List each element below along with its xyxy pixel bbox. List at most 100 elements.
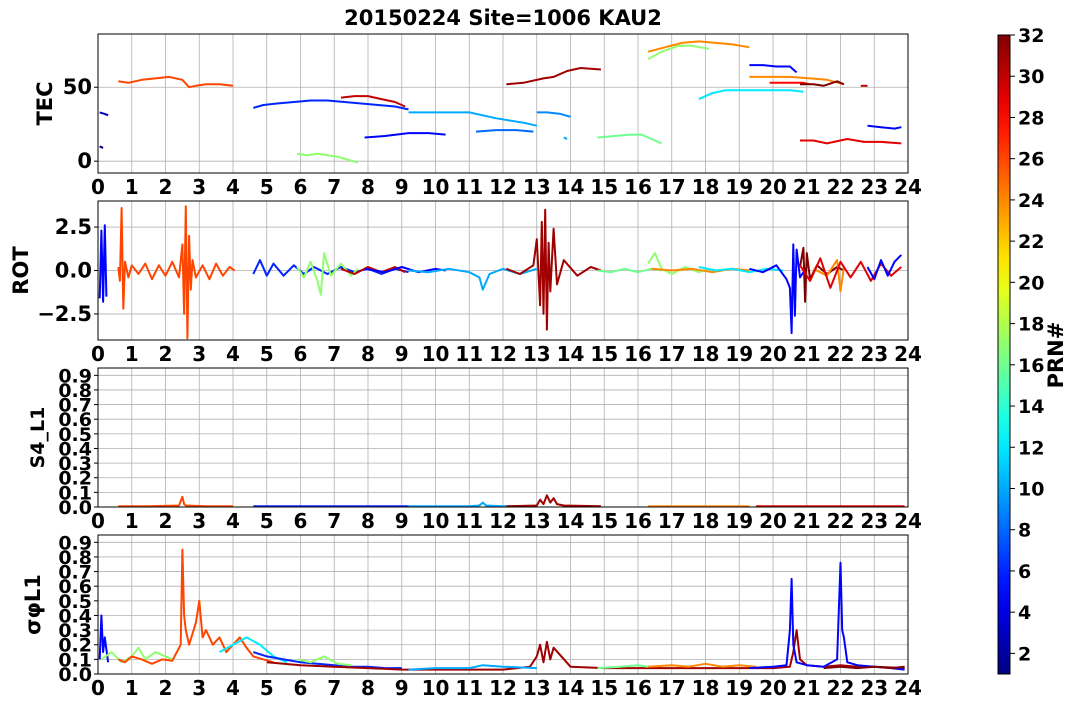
series-prn-5 (867, 124, 902, 130)
x-tick-label: 9 (395, 509, 409, 533)
x-tick-label: 22 (827, 175, 855, 199)
series-group (98, 548, 905, 671)
colorbar-tick-label: 10 (1018, 478, 1044, 500)
x-tick-label: 3 (192, 342, 206, 366)
x-tick-label: 5 (260, 509, 274, 533)
series-prn-5 (749, 243, 808, 335)
x-tick-label: 17 (658, 509, 686, 533)
series-prn-17 (647, 44, 710, 60)
x-tick-label: 0 (91, 676, 105, 700)
x-tick-label: 13 (523, 175, 551, 199)
x-tick-label: 15 (590, 175, 618, 199)
series-prn-31 (266, 629, 905, 671)
x-tick-label: 1 (125, 509, 139, 533)
x-tick-label: 11 (455, 175, 483, 199)
panel-1: 0 1 2 3 4 5 6 7 8 9 10 11 12 13 14 15 16 17 18 19 20 21 22 23 24… (33, 33, 922, 199)
x-tick-label: 20 (759, 342, 787, 366)
y-tick-label: 0 (77, 149, 92, 173)
x-tick-label: 7 (327, 676, 341, 700)
x-tick-label: 18 (692, 509, 720, 533)
x-tick-label: 1 (125, 175, 139, 199)
x-tick-label: 24 (894, 676, 922, 700)
series-prn-31 (506, 208, 602, 331)
series-prn-24 (648, 662, 757, 668)
series-prn-5 (866, 254, 903, 281)
x-tick-label: 21 (793, 676, 821, 700)
colorbar-tick-label: 6 (1018, 561, 1031, 583)
colorbar-tick-label: 32 (1018, 25, 1044, 47)
colorbar-tick-label: 26 (1018, 149, 1044, 171)
x-tick-label: 18 (692, 342, 720, 366)
series-prn-10 (408, 267, 538, 291)
x-tick-label: 12 (489, 342, 517, 366)
x-tick-label: 12 (489, 509, 517, 533)
colorbar: 2468101214161820222426283032PRN# (997, 25, 1068, 675)
colorbar-scale (997, 34, 1011, 675)
x-tick-label: 6 (294, 342, 308, 366)
colorbar-tick-label: 4 (1018, 602, 1031, 624)
x-tick-label: 5 (260, 342, 274, 366)
series-group (99, 40, 902, 164)
x-tick-label: 0 (91, 175, 105, 199)
x-tick-label: 7 (327, 175, 341, 199)
x-tick-label: 5 (260, 175, 274, 199)
series-prn-3 (99, 111, 109, 117)
series-group (118, 494, 905, 507)
x-tick-label: 9 (395, 342, 409, 366)
x-tick-label: 9 (395, 175, 409, 199)
series-prn-26 (117, 205, 236, 340)
colorbar-tick-label: 2 (1018, 643, 1031, 665)
series-prn-5 (98, 224, 108, 303)
figure: 20150224 Site=1006 KAU2 0 1 2 3 4 5 6 7 8 9 10 11 12… (9, 6, 1068, 700)
x-tick-label: 2 (159, 342, 173, 366)
x-tick-label: 4 (226, 342, 240, 366)
y-tick-label: 0.0 (55, 259, 92, 283)
colorbar-label: PRN# (1044, 322, 1068, 389)
x-tick-label: 4 (226, 676, 240, 700)
panel-4: 0 1 2 3 4 5 6 7 8 9 10 11 12 13 14 15 16 17 18 19 20 21 22 23 24… (21, 532, 922, 700)
series-prn-10 (408, 111, 538, 127)
x-tick-label: 15 (590, 342, 618, 366)
x-tick-label: 7 (327, 509, 341, 533)
grid (97, 535, 909, 675)
series-prn-5 (364, 132, 446, 139)
x-tick-label: 8 (361, 509, 375, 533)
series-prn-16 (597, 133, 662, 145)
x-tick-label: 3 (192, 676, 206, 700)
x-tick-label: 1 (125, 676, 139, 700)
x-tick-label: 15 (590, 509, 618, 533)
x-tick-label: 2 (159, 676, 173, 700)
x-tick-label: 10 (422, 342, 450, 366)
x-tick-label: 13 (523, 509, 551, 533)
x-tick-label: 19 (725, 509, 753, 533)
x-tick-label: 19 (725, 676, 753, 700)
y-tick-label: 2.5 (55, 215, 92, 239)
x-tick-label: 16 (624, 509, 652, 533)
x-tick-label: 8 (361, 676, 375, 700)
x-tick-label: 21 (793, 509, 821, 533)
colorbar-tick-label: 24 (1018, 190, 1044, 212)
y-axis-label: ROT (9, 246, 33, 295)
series-prn-6 (253, 99, 409, 111)
x-tick-label: 0 (91, 342, 105, 366)
series-prn-29 (800, 138, 902, 145)
x-tick-label: 10 (422, 175, 450, 199)
x-tick-label: 12 (489, 676, 517, 700)
y-tick-label: −2.5 (37, 302, 92, 326)
x-tick-label: 13 (523, 676, 551, 700)
x-tick-label: 6 (294, 509, 308, 533)
panels: 0 1 2 3 4 5 6 7 8 9 10 11 12 13 14 15 16 17 18 19 20 21 22 23 24… (9, 33, 922, 700)
x-tick-label: 18 (692, 676, 720, 700)
series-prn-31 (506, 494, 601, 507)
figure-title: 20150224 Site=1006 KAU2 (344, 6, 662, 30)
x-tick-label: 11 (455, 342, 483, 366)
x-tick-label: 9 (395, 676, 409, 700)
x-tick-label: 16 (624, 342, 652, 366)
x-tick-label: 14 (557, 175, 585, 199)
x-tick-label: 3 (192, 509, 206, 533)
x-tick-label: 20 (759, 175, 787, 199)
x-tick-label: 11 (455, 509, 483, 533)
x-tick-label: 22 (827, 509, 855, 533)
x-tick-label: 6 (294, 676, 308, 700)
x-tick-label: 10 (422, 509, 450, 533)
